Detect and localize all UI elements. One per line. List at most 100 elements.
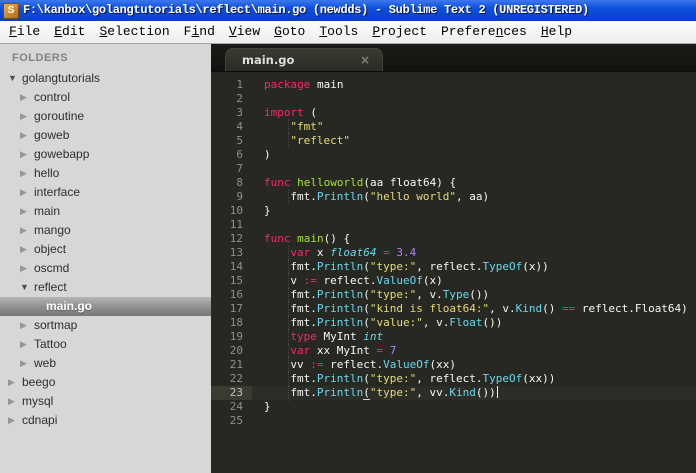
code-line-10[interactable]: 10} [211, 204, 696, 218]
menu-item-preferences[interactable]: Preferences [434, 21, 534, 43]
menu-item-view[interactable]: View [222, 21, 267, 43]
code-token: ()) [482, 316, 503, 329]
code-token: main [297, 232, 324, 245]
code-token: var [290, 246, 311, 259]
menu-item-file[interactable]: File [2, 21, 47, 43]
tree-folder-sortmap[interactable]: ▶ sortmap [0, 316, 211, 335]
titlebar[interactable]: S F:\kanbox\golangtutorials\reflect\main… [0, 0, 696, 21]
chevron-right-icon[interactable]: ▶ [20, 107, 27, 126]
code-line-23[interactable]: 23 fmt.Println("type:", vv.Kind()) [211, 385, 696, 401]
chevron-right-icon[interactable]: ▶ [20, 202, 27, 221]
code-token: ()) [469, 288, 490, 301]
code-line-7[interactable]: 7 [211, 162, 696, 176]
tree-folder-gowebapp[interactable]: ▶ gowebapp [0, 145, 211, 164]
chevron-right-icon[interactable]: ▶ [20, 126, 27, 145]
code-line-18[interactable]: 18 fmt.Println("value:", v.Float()) [211, 315, 696, 331]
sublime-logo-icon[interactable]: S [3, 2, 19, 19]
tree-folder-oscmd[interactable]: ▶ oscmd [0, 259, 211, 278]
tree-folder-cdnapi[interactable]: ▶ cdnapi [0, 411, 211, 430]
tree-folder-goweb[interactable]: ▶ goweb [0, 126, 211, 145]
menu-item-tools[interactable]: Tools [312, 21, 365, 43]
tree-item-label: mysql [22, 394, 54, 408]
code-line-2[interactable]: 2 [211, 92, 696, 106]
chevron-right-icon[interactable]: ▶ [8, 373, 15, 392]
chevron-right-icon[interactable]: ▶ [20, 240, 27, 259]
menu-item-project[interactable]: Project [365, 21, 434, 43]
tree-folder-mysql[interactable]: ▶ mysql [0, 392, 211, 411]
chevron-right-icon[interactable]: ▶ [20, 221, 27, 240]
chevron-right-icon[interactable]: ▶ [20, 164, 27, 183]
code-token [264, 133, 290, 149]
code-line-9[interactable]: 9 fmt.Println("hello world", aa) [211, 189, 696, 205]
code-token: () { [323, 232, 351, 245]
chevron-right-icon[interactable]: ▶ [8, 411, 15, 430]
chevron-right-icon[interactable]: ▶ [20, 259, 27, 278]
menu-item-selection[interactable]: Selection [92, 21, 176, 43]
line-number: 6 [236, 148, 243, 161]
code-token: TypeOf [482, 372, 523, 385]
code-line-22[interactable]: 22 fmt.Println("type:", reflect.TypeOf(x… [211, 371, 696, 387]
tree-folder-goroutine[interactable]: ▶ goroutine [0, 107, 211, 126]
code-token: type [290, 330, 317, 343]
menu-item-help[interactable]: Help [534, 21, 579, 43]
tree-item-label: main [34, 204, 61, 218]
code-line-3[interactable]: 3 import ( [211, 106, 696, 120]
tab-main-go[interactable]: main.go × [225, 48, 383, 71]
code-line-20[interactable]: 20 var xx MyInt = 7 [211, 343, 696, 359]
code-token: "type:" [369, 288, 417, 301]
menu-item-edit[interactable]: Edit [47, 21, 92, 43]
chevron-down-icon[interactable]: ▼ [20, 278, 29, 297]
code-line-8[interactable]: 8 func helloworld(aa float64) { [211, 176, 696, 190]
code-line-17[interactable]: 17 fmt.Println("kind is float64:", v.Kin… [211, 301, 696, 317]
code-token: Println [316, 288, 364, 301]
code-line-5[interactable]: 5 "reflect" [211, 133, 696, 149]
code-line-21[interactable]: 21 vv := reflect.ValueOf(xx) [211, 357, 696, 373]
line-number: 17 [229, 302, 243, 315]
line-number: 16 [229, 288, 243, 301]
chevron-right-icon[interactable]: ▶ [20, 88, 27, 107]
chevron-right-icon[interactable]: ▶ [20, 145, 27, 164]
tree-folder-tattoo[interactable]: ▶ Tattoo [0, 335, 211, 354]
tree-folder-object[interactable]: ▶ object [0, 240, 211, 259]
tree-folder-control[interactable]: ▶ control [0, 88, 211, 107]
code-line-15[interactable]: 15 v := reflect.ValueOf(x) [211, 273, 696, 289]
code-token: (x) [422, 274, 443, 287]
code-line-11[interactable]: 11 [211, 218, 696, 232]
code-line-13[interactable]: 13 var x float64 = 3.4 [211, 245, 696, 261]
code-line-1[interactable]: 1 package main [211, 78, 696, 92]
tree-folder-reflect[interactable]: ▼ reflect [0, 278, 211, 297]
tree-folder-main[interactable]: ▶ main [0, 202, 211, 221]
code-token: ValueOf [383, 358, 430, 371]
tree-item-label: goweb [34, 128, 70, 142]
tree-folder-interface[interactable]: ▶ interface [0, 183, 211, 202]
tree-folder-mango[interactable]: ▶ mango [0, 221, 211, 240]
code-line-6[interactable]: 6) [211, 148, 696, 162]
code-editor[interactable]: 1 package main 2 3 import (4 "fmt" 5 "reflect… [211, 72, 696, 473]
line-source: func helloworld(aa float64) { [252, 176, 696, 190]
chevron-down-icon[interactable]: ▼ [8, 69, 17, 88]
tree-folder-hello[interactable]: ▶ hello [0, 164, 211, 183]
code-line-16[interactable]: 16 fmt.Println("type:", v.Type()) [211, 287, 696, 303]
chevron-right-icon[interactable]: ▶ [20, 354, 27, 373]
chevron-right-icon[interactable]: ▶ [20, 316, 27, 335]
code-line-4[interactable]: 4 "fmt" [211, 119, 696, 135]
tree-folder-golangtutorials[interactable]: ▼ golangtutorials [0, 69, 211, 88]
tab-close-icon[interactable]: × [360, 49, 382, 71]
menu-item-goto[interactable]: Goto [267, 21, 312, 43]
code-token: = [383, 246, 390, 259]
code-line-14[interactable]: 14 fmt.Println("type:", reflect.TypeOf(x… [211, 259, 696, 275]
tree-folder-web[interactable]: ▶ web [0, 354, 211, 373]
code-line-19[interactable]: 19 type MyInt int [211, 329, 696, 345]
code-token: ( [363, 260, 370, 273]
code-line-25[interactable]: 25 [211, 414, 696, 428]
chevron-right-icon[interactable]: ▶ [8, 392, 15, 411]
tree-file-main.go[interactable]: main.go [0, 297, 211, 316]
code-token: 7 [389, 344, 397, 357]
chevron-right-icon[interactable]: ▶ [20, 183, 27, 202]
tree-folder-beego[interactable]: ▶ beego [0, 373, 211, 392]
window-title: F:\kanbox\golangtutorials\reflect\main.g… [23, 3, 589, 17]
code-line-12[interactable]: 12 func main() { [211, 232, 696, 246]
code-line-24[interactable]: 24} [211, 400, 696, 414]
chevron-right-icon[interactable]: ▶ [20, 335, 27, 354]
menu-item-find[interactable]: Find [177, 21, 222, 43]
